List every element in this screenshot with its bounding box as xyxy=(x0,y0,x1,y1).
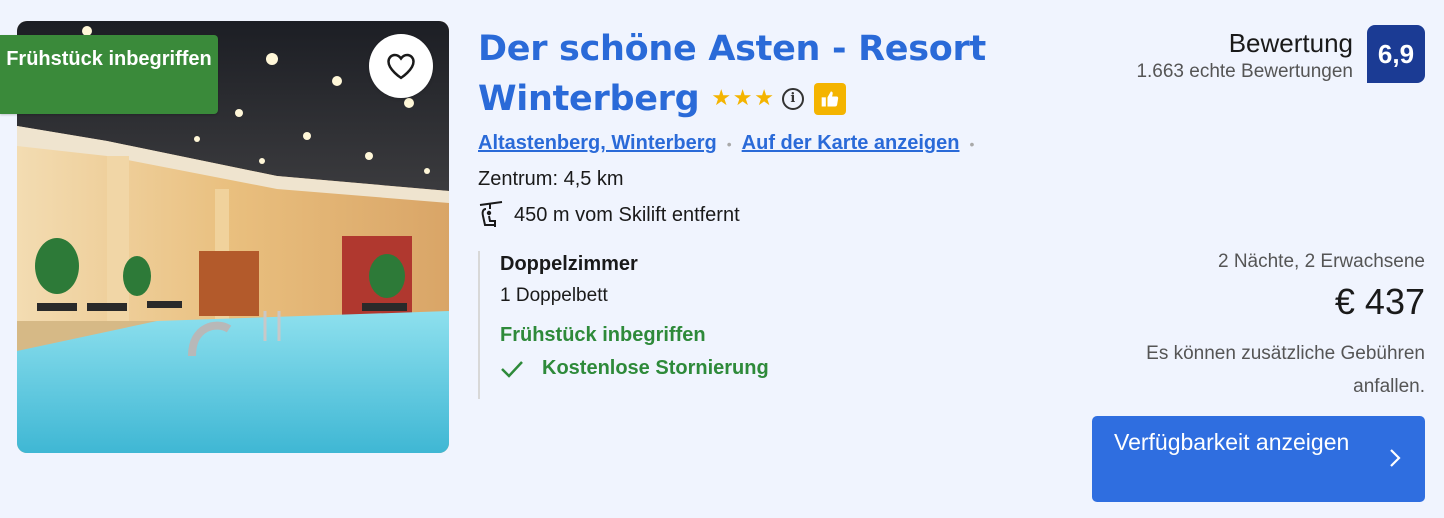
room-breakfast: Frühstück inbegriffen xyxy=(500,324,706,346)
info-icon[interactable]: i xyxy=(781,88,804,110)
thumbs-up-icon[interactable] xyxy=(813,83,846,115)
center-distance: Zentrum: 4,5 km xyxy=(478,168,624,190)
breakfast-badge: Frühstück inbegriffen xyxy=(0,35,218,114)
ski-distance-text: 450 m vom Skilift entfernt xyxy=(514,203,740,226)
room-bed: 1 Doppelbett xyxy=(500,285,608,306)
separator-dot: • xyxy=(969,135,975,152)
star-rating: ★ ★ ★ xyxy=(711,74,774,124)
room-info: Doppelzimmer 1 Doppelbett Frühstück inbe… xyxy=(478,251,769,399)
rating-word: Bewertung xyxy=(1228,28,1353,58)
price-block: 2 Nächte, 2 Erwachsene € 437 Es können z… xyxy=(1085,251,1425,403)
ski-lift-icon xyxy=(479,201,503,227)
review-score[interactable]: 6,9 xyxy=(1367,25,1425,83)
free-cancellation: Kostenlose Stornierung xyxy=(500,357,769,380)
review-summary[interactable]: Bewertung 1.663 echte Bewertungen xyxy=(1136,28,1353,83)
heart-icon xyxy=(387,53,415,80)
fees-note: Es können zusätzliche Gebühren anfallen. xyxy=(1146,343,1425,397)
hotel-card: Frühstück inbegriffen Der schöne Asten -… xyxy=(0,0,1444,518)
review-count: 1.663 echte Bewertungen xyxy=(1136,61,1353,82)
check-availability-label: Verfügbarkeit anzeigen xyxy=(1114,429,1350,455)
ski-distance-row: 450 m vom Skilift entfernt xyxy=(478,201,740,229)
hotel-name-line1[interactable]: Der schöne Asten - Resort xyxy=(478,24,1038,74)
chevron-right-icon xyxy=(1390,449,1401,467)
check-icon xyxy=(501,360,523,378)
hotel-title[interactable]: Der schöne Asten - Resort Winterberg ★ ★… xyxy=(478,24,1038,124)
star-icon: ★ xyxy=(711,86,731,111)
room-name: Doppelzimmer xyxy=(500,253,638,275)
separator-dot: • xyxy=(726,135,732,152)
hotel-name-line2[interactable]: Winterberg xyxy=(478,74,700,124)
map-link[interactable]: Auf der Karte anzeigen xyxy=(742,132,960,155)
stay-details: 2 Nächte, 2 Erwachsene xyxy=(1217,251,1425,272)
price-amount: € 437 xyxy=(1334,281,1425,322)
favorite-button[interactable] xyxy=(369,34,433,98)
check-availability-button[interactable]: Verfügbarkeit anzeigen xyxy=(1092,416,1425,502)
free-cancellation-text: Kostenlose Stornierung xyxy=(542,357,769,379)
location-link[interactable]: Altastenberg, Winterberg xyxy=(478,132,717,155)
location-row: Altastenberg, Winterberg • Auf der Karte… xyxy=(478,132,984,155)
star-icon: ★ xyxy=(732,86,753,111)
star-icon: ★ xyxy=(754,86,774,111)
